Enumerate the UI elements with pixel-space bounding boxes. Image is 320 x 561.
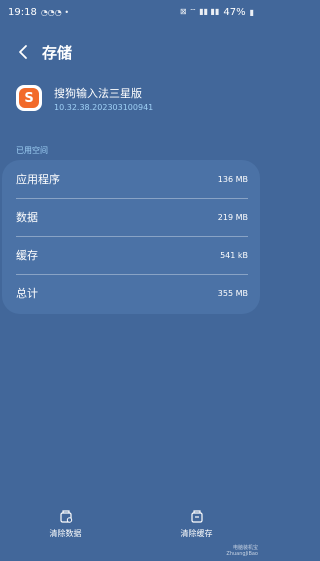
clear-data-button[interactable]: 清除数据 (11, 508, 121, 548)
bottom-action-bar: 清除数据 清除缓存 (0, 508, 262, 548)
clear-cache-icon (190, 510, 203, 523)
storage-row-label: 缓存 (16, 249, 38, 262)
status-bar: 19:18 ◔◔◔ • ⊠ ⌔ ▮▮ ▮▮ 47% ▮ (0, 0, 262, 24)
app-info: S 搜狗输入法三星版 10.32.38.202303100941 (16, 82, 256, 114)
storage-row-value: 355 MB (217, 288, 248, 298)
clear-data-label: 清除数据 (49, 529, 82, 538)
app-name: 搜狗输入法三星版 (54, 86, 142, 100)
notification-icon: ◔◔◔ • (40, 7, 70, 17)
app-icon: S (16, 85, 42, 111)
storage-row-app: 应用程序 136 MB (16, 160, 248, 198)
storage-row-label: 数据 (16, 211, 38, 224)
back-button[interactable] (8, 37, 38, 67)
storage-row-value: 541 kB (220, 250, 248, 260)
status-time: 19:18 (8, 6, 37, 18)
storage-row-data: 数据 219 MB (16, 198, 248, 236)
storage-row-value: 219 MB (217, 212, 248, 222)
app-version: 10.32.38.202303100941 (54, 102, 154, 112)
watermark: 电脑装机宝 ZhuangJiBao (226, 545, 258, 557)
battery-percent: 47% (223, 6, 246, 18)
clear-cache-button[interactable]: 清除缓存 (142, 508, 252, 548)
storage-row-cache: 缓存 541 kB (16, 236, 248, 274)
app-header: 存储 (0, 36, 262, 68)
page-title: 存储 (42, 43, 73, 62)
chevron-left-icon (19, 45, 27, 59)
storage-row-label: 应用程序 (16, 173, 60, 186)
section-label-used-space: 已用空间 (16, 146, 48, 155)
storage-row-label: 总计 (16, 287, 38, 300)
storage-row-value: 136 MB (217, 174, 248, 184)
clear-cache-label: 清除缓存 (180, 529, 213, 538)
clear-data-icon (59, 510, 72, 523)
signal-icon: ⊠ ⌔ ▮▮ ▮▮ (179, 7, 220, 16)
storage-card: 应用程序 136 MB 数据 219 MB 缓存 541 kB 总计 355 M… (2, 160, 260, 314)
storage-row-total: 总计 355 MB (16, 274, 248, 312)
sogou-logo-icon: S (19, 88, 39, 108)
battery-icon: ▮ (249, 7, 254, 17)
watermark-line2: ZhuangJiBao (226, 551, 258, 557)
